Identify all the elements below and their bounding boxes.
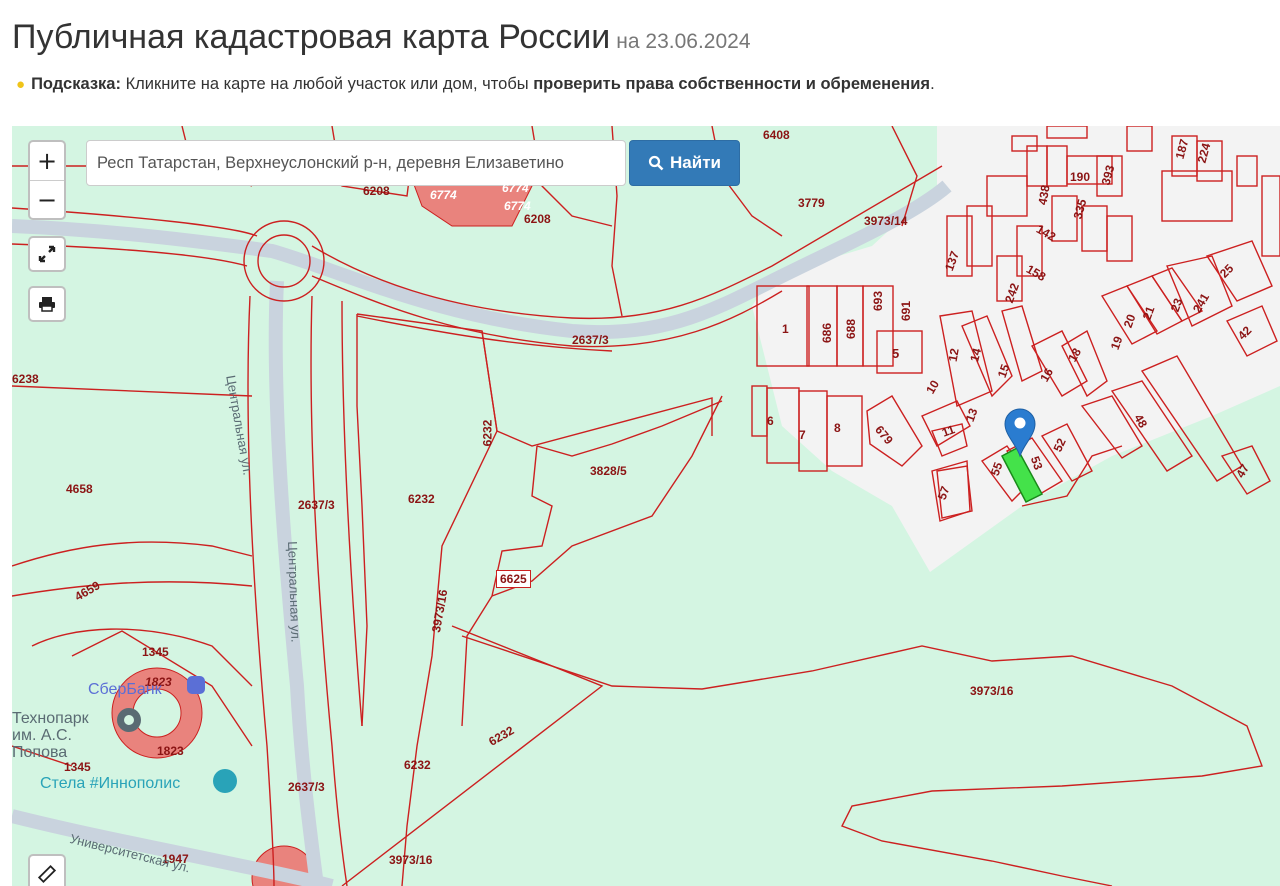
parcel-label: 6408 bbox=[763, 128, 790, 142]
zoom-in-button[interactable]: + bbox=[30, 142, 64, 181]
lightbulb-icon: ● bbox=[16, 76, 26, 93]
parcel-label: 691 bbox=[899, 300, 914, 322]
parcel-label: 6774 bbox=[430, 188, 457, 202]
page-date: на 23.06.2024 bbox=[616, 30, 751, 53]
parcel-label: 5 bbox=[892, 346, 900, 361]
parcel-label: 3779 bbox=[798, 196, 825, 210]
zoom-control: + − bbox=[28, 140, 66, 220]
page-title: Публичная кадастровая карта России на 23.… bbox=[12, 18, 751, 57]
parcel-label: 6238 bbox=[12, 372, 39, 386]
parcel-label: 7 bbox=[799, 428, 806, 442]
parcel-label: 6208 bbox=[363, 184, 390, 198]
parcel-label: 693 bbox=[871, 290, 886, 312]
parcel-label: 2637/3 bbox=[288, 780, 325, 794]
parcel-label: 6232 bbox=[408, 492, 435, 506]
ruler-button[interactable] bbox=[28, 854, 66, 886]
bank-poi-icon[interactable] bbox=[187, 676, 205, 694]
parcel-label: 3828/5 bbox=[590, 464, 627, 478]
parcel-label: 688 bbox=[844, 318, 859, 340]
search-icon bbox=[648, 155, 664, 171]
parcel-label: 8 bbox=[834, 421, 841, 435]
parcel-label: 3973/16 bbox=[389, 853, 433, 867]
parcel-label: 6774 bbox=[502, 181, 529, 195]
poi-label[interactable]: Стела #Иннополис bbox=[40, 775, 180, 793]
parcel-label: 12 bbox=[945, 347, 962, 363]
cadastral-map[interactable]: + − Найти 6408 6774 6774 6774 6208 6208 … bbox=[12, 126, 1280, 886]
parcel-label: 686 bbox=[820, 322, 835, 344]
parcel-label: 190 bbox=[1070, 170, 1091, 184]
find-button-label: Найти bbox=[670, 153, 721, 172]
parcel-label: 2637/3 bbox=[572, 333, 609, 347]
page-title-text: Публичная кадастровая карта России bbox=[12, 18, 611, 56]
hint-emphasis: проверить права собственности и обремене… bbox=[533, 75, 931, 93]
parcel-label: 3973/16 bbox=[970, 684, 1014, 698]
address-search-input[interactable] bbox=[86, 140, 626, 186]
parcel-label: 6208 bbox=[524, 212, 551, 226]
hint-label: Подсказка: bbox=[31, 75, 121, 93]
parcel-label: 6232 bbox=[480, 419, 495, 447]
ruler-icon bbox=[37, 864, 57, 884]
fullscreen-button[interactable] bbox=[28, 236, 66, 272]
print-icon bbox=[39, 297, 55, 312]
hint-text: Кликните на карте на любой участок или д… bbox=[120, 75, 534, 93]
poi-label[interactable]: Технопарк им. А.С. Попова bbox=[12, 710, 110, 761]
fullscreen-icon bbox=[38, 245, 56, 263]
parcel-label: 1 bbox=[782, 322, 789, 336]
hint-tail: . bbox=[930, 75, 935, 93]
parcel-label: 1823 bbox=[157, 744, 184, 758]
parcel-label: 6625 bbox=[496, 570, 531, 588]
find-button[interactable]: Найти bbox=[629, 140, 740, 186]
parcel-label: 1345 bbox=[142, 645, 169, 659]
settlement-area bbox=[752, 126, 1280, 572]
parcel-label: 6232 bbox=[404, 758, 431, 772]
zoom-out-button[interactable]: − bbox=[30, 181, 64, 218]
parcel-label: 1345 bbox=[64, 760, 91, 774]
parcel-label: 4658 bbox=[66, 482, 93, 496]
parcel-label: 6774 bbox=[504, 199, 531, 213]
print-button[interactable] bbox=[28, 286, 66, 322]
hint-line: ● Подсказка: Кликните на карте на любой у… bbox=[16, 75, 935, 94]
parcel-label: 3973/14 bbox=[864, 214, 908, 228]
poi-label[interactable]: СберБанк bbox=[88, 681, 162, 699]
parcel-label: 6 bbox=[767, 414, 774, 428]
map-canvas[interactable] bbox=[12, 126, 1280, 886]
parcel-label: 2637/3 bbox=[298, 498, 335, 512]
camera-poi-icon[interactable] bbox=[213, 769, 237, 793]
